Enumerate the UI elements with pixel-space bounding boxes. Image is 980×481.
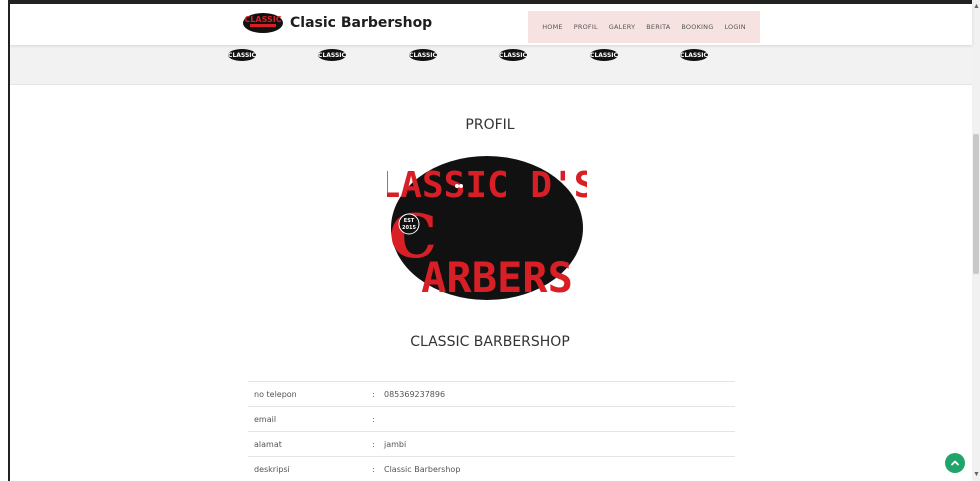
- strip-logo-icon: CLASSIC: [228, 49, 257, 61]
- row-separator: :: [372, 431, 384, 457]
- svg-text:EST: EST: [404, 218, 415, 224]
- nav-menu: HOME PROFIL GALERY BERITA BOOKING LOGIN: [528, 11, 760, 43]
- arrow-up-icon[interactable]: ▲: [973, 2, 980, 12]
- row-label: deskripsi: [248, 456, 372, 481]
- row-value: jambi: [384, 431, 735, 457]
- row-value: Classic Barbershop: [384, 456, 735, 481]
- svg-text:CLASSIC: CLASSIC: [499, 52, 527, 59]
- brand-name: Clasic Barbershop: [290, 15, 433, 31]
- svg-text:CLASSIC: CLASSIC: [228, 52, 256, 59]
- table-row: email :: [248, 406, 735, 432]
- strip-logo-icon: CLASSIC: [409, 49, 438, 61]
- strip-logo-icon: CLASSIC: [318, 49, 347, 61]
- svg-text:CLASSIC: CLASSIC: [409, 52, 437, 59]
- nav-item-profil[interactable]: PROFIL: [574, 23, 598, 31]
- navbar: CLASSIC Clasic Barbershop HOME PROFIL GA…: [10, 4, 972, 45]
- logo-strip: CLASSIC CLASSIC CLASSIC CLASSIC CLASSIC …: [10, 45, 972, 85]
- svg-text:CLASSIC: CLASSIC: [680, 52, 708, 59]
- classic-barbers-logo: LASSIC D'S C ARBERS EST 2015: [387, 156, 587, 302]
- logo-line1: LASSIC D'S: [387, 165, 587, 206]
- logo-line2: ARBERS: [421, 253, 573, 302]
- scrollbar[interactable]: ▲ ▼: [972, 0, 980, 481]
- brand-logo-icon: CLASSIC: [243, 13, 283, 33]
- strip-logo-icon: CLASSIC: [680, 49, 709, 61]
- table-row: alamat : jambi: [248, 431, 735, 457]
- svg-text:CLASSIC: CLASSIC: [318, 52, 346, 59]
- brand-link[interactable]: CLASSIC Clasic Barbershop: [242, 12, 432, 34]
- nav-item-berita[interactable]: BERITA: [646, 23, 670, 31]
- strip-logo-icon: CLASSIC: [499, 49, 528, 61]
- row-value: 085369237896: [384, 381, 735, 407]
- nav-item-home[interactable]: HOME: [542, 23, 563, 31]
- table-row: no telepon : 085369237896: [248, 381, 735, 407]
- svg-text:2015: 2015: [402, 225, 416, 231]
- scrollbar-thumb[interactable]: [973, 134, 979, 274]
- profile-info-table: no telepon : 085369237896 email : alamat…: [248, 381, 735, 481]
- shop-name: CLASSIC BARBERSHOP: [410, 334, 570, 350]
- page-title: PROFIL: [465, 117, 515, 133]
- table-row: deskripsi : Classic Barbershop: [248, 456, 735, 481]
- row-label: email: [248, 406, 372, 432]
- nav-item-booking[interactable]: BOOKING: [681, 23, 713, 31]
- row-label: alamat: [248, 431, 372, 457]
- row-separator: :: [372, 456, 384, 481]
- back-to-top-button[interactable]: [945, 453, 965, 473]
- nav-item-galery[interactable]: GALERY: [609, 23, 635, 31]
- svg-text:CLASSIC: CLASSIC: [244, 15, 281, 24]
- nav-item-login[interactable]: LOGIN: [724, 23, 745, 31]
- chevron-up-icon: [951, 460, 959, 466]
- arrow-down-icon[interactable]: ▼: [973, 470, 980, 480]
- strip-logo-icon: CLASSIC: [590, 49, 619, 61]
- row-separator: :: [372, 381, 384, 407]
- row-label: no telepon: [248, 381, 372, 407]
- svg-text:CLASSIC: CLASSIC: [590, 52, 618, 59]
- row-separator: :: [372, 406, 384, 432]
- row-value: [384, 406, 735, 432]
